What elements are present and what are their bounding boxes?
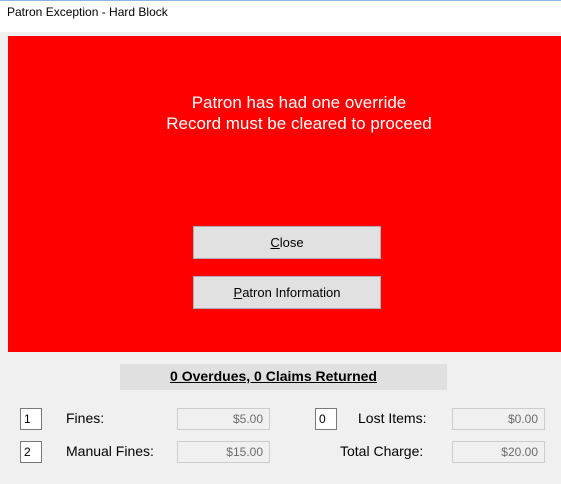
title-bar: Patron Exception - Hard Block (0, 0, 561, 32)
patron-information-button[interactable]: Patron Information (193, 276, 381, 309)
close-label: lose (279, 235, 304, 250)
lost-items-label: Lost Items: (358, 410, 427, 426)
alert-line-2: Record must be cleared to proceed (166, 114, 432, 133)
overdues-claims-summary: 0 Overdues, 0 Claims Returned (170, 368, 377, 384)
fines-amount-field: $5.00 (177, 408, 270, 430)
lost-items-amount-field: $0.00 (452, 408, 545, 430)
total-charge-label: Total Charge: (340, 443, 424, 459)
total-charge-amount-field: $20.00 (452, 441, 545, 463)
patron-information-mnemonic: P (233, 285, 243, 300)
manual-fines-label: Manual Fines: (66, 443, 154, 459)
fines-count-field[interactable]: 1 (20, 408, 42, 430)
close-button[interactable]: Close (193, 226, 381, 259)
manual-fines-amount-field: $15.00 (177, 441, 270, 463)
summary-bar: 0 Overdues, 0 Claims Returned (120, 364, 447, 390)
alert-message: Patron has had one override Record must … (8, 92, 561, 134)
lost-items-count-field[interactable]: 0 (315, 408, 337, 430)
alert-panel: Patron has had one override Record must … (8, 36, 561, 352)
patron-information-label: atron Information (242, 285, 341, 300)
patron-exception-window: Patron Exception - Hard Block Patron has… (0, 0, 561, 484)
close-mnemonic: C (270, 235, 280, 250)
manual-fines-count-field[interactable]: 2 (20, 441, 42, 463)
alert-line-1: Patron has had one override (191, 93, 407, 112)
fines-label: Fines: (66, 410, 105, 426)
window-title: Patron Exception - Hard Block (7, 5, 168, 19)
